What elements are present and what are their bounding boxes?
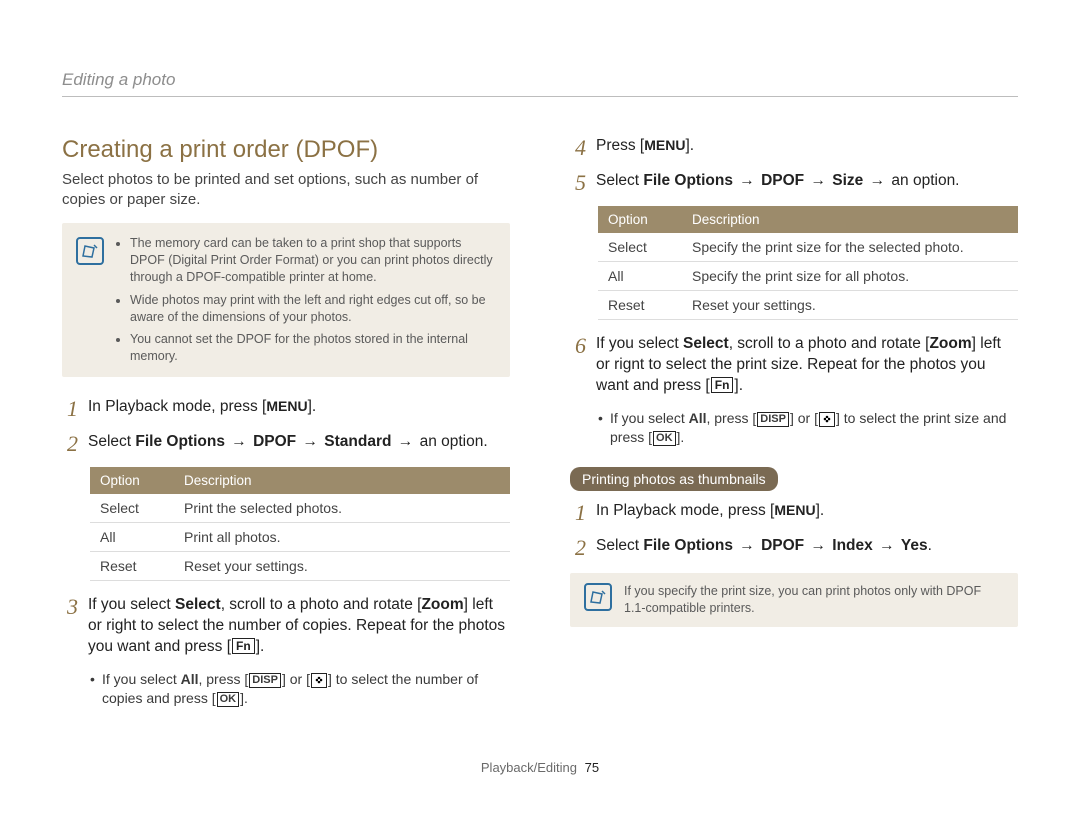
two-column-layout: Creating a print order (DPOF) Select pho…	[62, 136, 1018, 718]
options-table-size: Option Description SelectSpecify the pri…	[598, 206, 1018, 320]
thumb-step-2: 2 Select File Options → DPOF → Index → Y…	[570, 536, 1018, 559]
table-header: Option	[90, 467, 174, 494]
table-row: AllSpecify the print size for all photos…	[598, 262, 1018, 291]
ok-key-icon: OK	[217, 692, 240, 707]
page-number: 75	[585, 760, 599, 775]
note-text: If you specify the print size, you can p…	[624, 583, 1004, 617]
divider	[62, 96, 1018, 97]
step-text: If you select Select, scroll to a photo …	[88, 595, 510, 658]
page-footer: Playback/Editing 75	[0, 760, 1080, 775]
left-column: Creating a print order (DPOF) Select pho…	[62, 136, 510, 718]
fn-key-icon: Fn	[232, 638, 255, 654]
note-item: Wide photos may print with the left and …	[130, 292, 496, 326]
step-1: 1 In Playback mode, press [MENU].	[62, 397, 510, 420]
step-number: 2	[570, 537, 586, 559]
step-number: 1	[62, 398, 78, 420]
step-5: 5 Select File Options → DPOF → Size → an…	[570, 171, 1018, 194]
step-text: Select File Options → DPOF → Index → Yes…	[596, 536, 1018, 557]
table-row: SelectSpecify the print size for the sel…	[598, 233, 1018, 262]
options-table-standard: Option Description SelectPrint the selec…	[90, 467, 510, 581]
sub-bullet: If you select All, press [DISP] or [] to…	[90, 670, 510, 708]
note-icon	[76, 237, 104, 265]
note-box: If you specify the print size, you can p…	[570, 573, 1018, 627]
disp-key-icon: DISP	[757, 412, 789, 427]
step-text: Select File Options → DPOF → Size → an o…	[596, 171, 1018, 192]
step-number: 5	[570, 172, 586, 194]
note-icon	[584, 583, 612, 611]
table-row: ResetReset your settings.	[598, 291, 1018, 320]
step-number: 6	[570, 335, 586, 357]
subsection-badge: Printing photos as thumbnails	[570, 467, 778, 491]
step-3: 3 If you select Select, scroll to a phot…	[62, 595, 510, 658]
step-number: 1	[570, 502, 586, 524]
step-2: 2 Select File Options → DPOF → Standard …	[62, 432, 510, 455]
menu-label: MENU	[774, 502, 815, 518]
footer-section: Playback/Editing	[481, 760, 577, 775]
right-column: 4 Press [MENU]. 5 Select File Options → …	[570, 136, 1018, 718]
note-item: The memory card can be taken to a print …	[130, 235, 496, 286]
table-header-row: Option Description	[90, 467, 510, 494]
table-row: AllPrint all photos.	[90, 523, 510, 552]
disp-key-icon: DISP	[249, 673, 281, 688]
table-header: Description	[682, 206, 1018, 233]
sub-bullet: If you select All, press [DISP] or [] to…	[598, 409, 1018, 447]
note-item: You cannot set the DPOF for the photos s…	[130, 331, 496, 365]
step-text: Press [MENU].	[596, 136, 1018, 157]
table-header: Option	[598, 206, 682, 233]
table-row: SelectPrint the selected photos.	[90, 494, 510, 523]
step-number: 4	[570, 137, 586, 159]
step-4: 4 Press [MENU].	[570, 136, 1018, 159]
note-list: The memory card can be taken to a print …	[116, 235, 496, 365]
table-header-row: Option Description	[598, 206, 1018, 233]
intro-text: Select photos to be printed and set opti…	[62, 170, 510, 209]
step-text: If you select Select, scroll to a photo …	[596, 334, 1018, 397]
thumb-step-1: 1 In Playback mode, press [MENU].	[570, 501, 1018, 524]
fn-key-icon: Fn	[711, 377, 734, 393]
manual-page: Editing a photo Creating a print order (…	[0, 0, 1080, 815]
step-text: Select File Options → DPOF → Standard → …	[88, 432, 510, 453]
note-box: The memory card can be taken to a print …	[62, 223, 510, 377]
menu-label: MENU	[266, 398, 307, 414]
section-heading: Creating a print order (DPOF)	[62, 136, 510, 164]
table-header: Description	[174, 467, 510, 494]
step-6: 6 If you select Select, scroll to a phot…	[570, 334, 1018, 397]
step-number: 2	[62, 433, 78, 455]
step-text: In Playback mode, press [MENU].	[88, 397, 510, 418]
macro-key-icon	[311, 673, 327, 688]
breadcrumb: Editing a photo	[62, 70, 175, 90]
menu-label: MENU	[644, 137, 685, 153]
table-row: ResetReset your settings.	[90, 552, 510, 581]
macro-key-icon	[819, 412, 835, 427]
ok-key-icon: OK	[653, 431, 676, 446]
step-text: In Playback mode, press [MENU].	[596, 501, 1018, 522]
step-number: 3	[62, 596, 78, 618]
